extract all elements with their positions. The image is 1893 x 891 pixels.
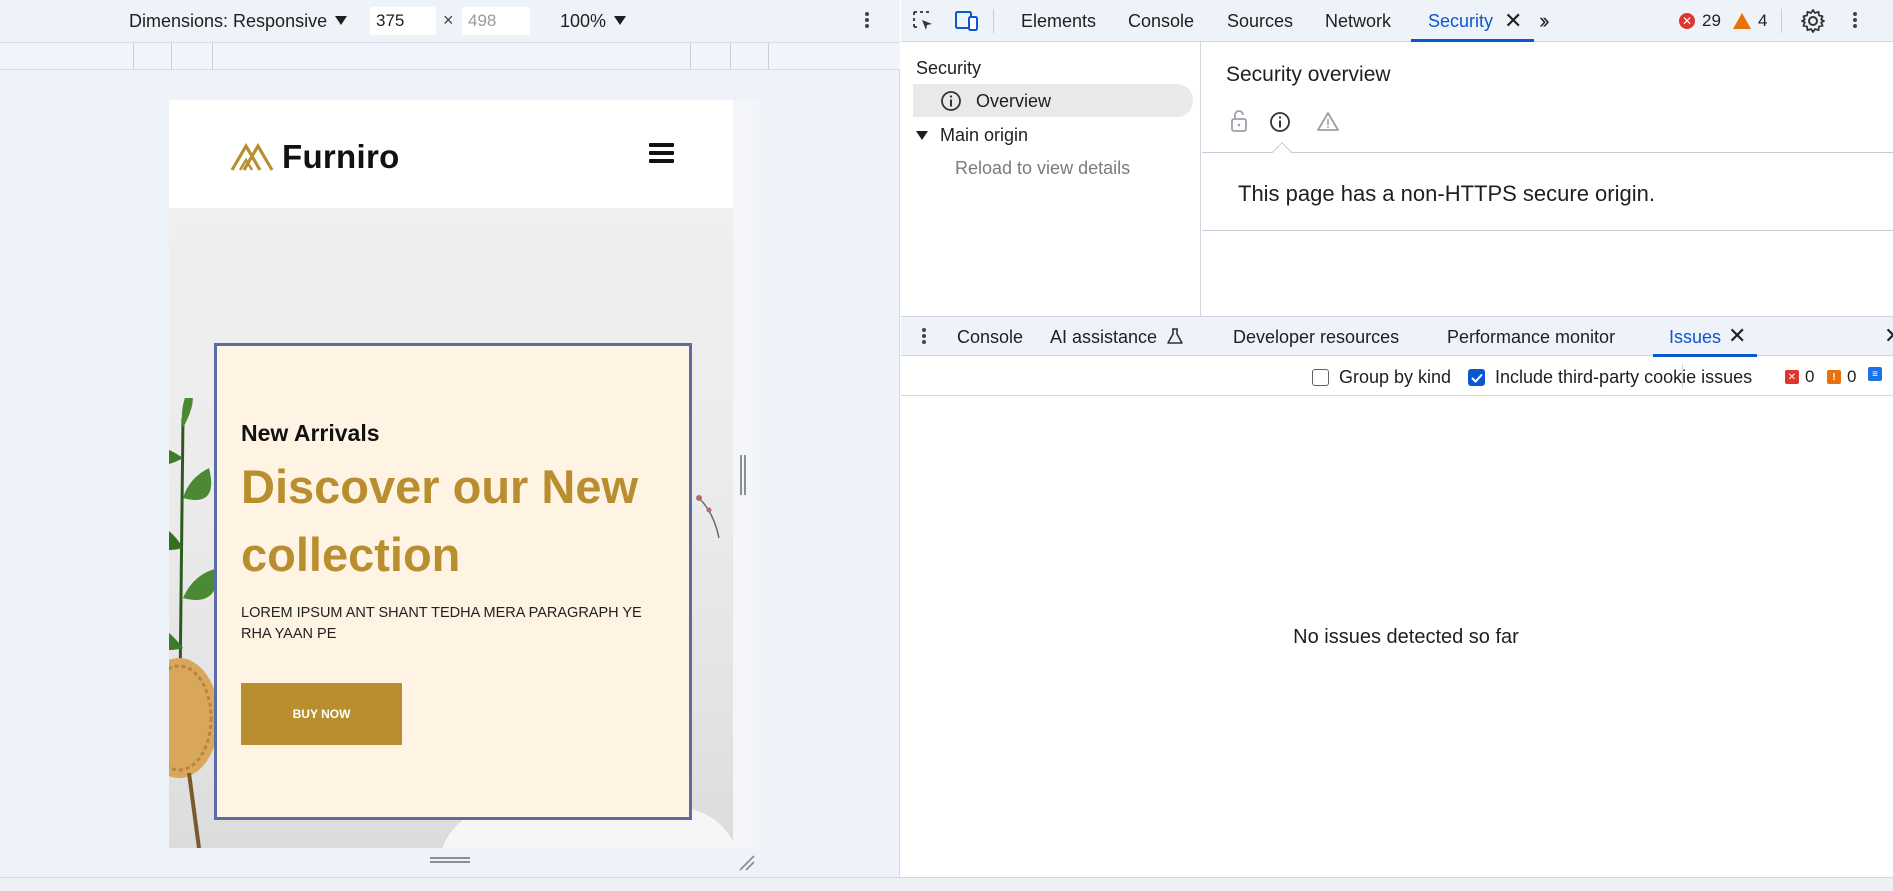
hero-section: New Arrivals Discover our New collection… — [169, 208, 733, 848]
device-toolbar-icon[interactable] — [954, 9, 980, 33]
devtools-tabbar: Elements Console Sources Network Securit… — [901, 0, 1893, 42]
hero-headline: Discover our New collection — [241, 460, 639, 581]
reload-hint: Reload to view details — [955, 158, 1131, 178]
tab-elements[interactable]: Elements — [1021, 11, 1096, 32]
warning-counter[interactable]: 4 — [1733, 11, 1767, 31]
issue-error-count: 0 — [1805, 367, 1815, 386]
device-emulation-pane: Dimensions: Responsive × 100% Furniro — [0, 0, 900, 891]
devtools-panel: Elements Console Sources Network Securit… — [901, 0, 1893, 891]
error-counter[interactable]: ✕ 29 — [1679, 11, 1721, 31]
logo-text: Furniro — [282, 138, 400, 175]
security-sidebar: Security Overview Main origin Reload to … — [901, 42, 1201, 316]
error-count: 29 — [1702, 11, 1721, 30]
emulated-viewport: Furniro New Arrivals Discover our New co… — [169, 100, 733, 848]
issue-info-counter: ≡ — [1868, 367, 1888, 381]
error-icon: ✕ — [1785, 370, 1799, 384]
gear-icon[interactable] — [1800, 8, 1826, 34]
tab-network[interactable]: Network — [1325, 11, 1391, 32]
checkbox-unchecked-icon — [1312, 369, 1329, 386]
warning-icon: ! — [1827, 370, 1841, 384]
more-options-icon[interactable] — [1849, 10, 1861, 32]
width-input[interactable] — [370, 7, 436, 35]
drawer-tab-developer-resources[interactable]: Developer resources — [1233, 327, 1399, 348]
divider — [1202, 230, 1893, 231]
inspect-element-icon[interactable] — [911, 9, 935, 33]
warning-icon — [1733, 13, 1751, 29]
info-message-icon: ≡ — [1868, 367, 1882, 381]
tab-console[interactable]: Console — [1128, 11, 1194, 32]
resize-corner-icon[interactable] — [736, 852, 756, 872]
resize-handle-bottom[interactable] — [430, 857, 470, 865]
more-options-icon[interactable] — [861, 10, 873, 32]
security-message: This page has a non-HTTPS secure origin. — [1238, 181, 1655, 206]
height-input[interactable] — [462, 7, 530, 35]
close-icon[interactable]: ✕ — [1728, 325, 1746, 347]
issue-warning-count: 0 — [1847, 367, 1857, 386]
taskbar-strip — [0, 877, 1893, 891]
drawer-tab-performance-monitor[interactable]: Performance monitor — [1447, 327, 1615, 348]
info-icon — [941, 91, 961, 111]
site-logo[interactable]: Furniro — [230, 138, 400, 176]
issue-error-counter: ✕ 0 — [1785, 367, 1814, 387]
sidebar-item-main-origin[interactable]: Main origin — [916, 125, 1028, 146]
triangle-down-icon — [916, 131, 928, 140]
times-sign: × — [443, 10, 454, 30]
hero-card: New Arrivals Discover our New collection… — [214, 343, 692, 820]
issue-warning-counter: ! 0 — [1827, 367, 1856, 387]
hero-eyebrow: New Arrivals — [241, 420, 380, 446]
drawer-tabbar: Console AI assistance Developer resource… — [901, 316, 1893, 357]
sidebar-title: Security — [916, 58, 982, 78]
sidebar-item-overview[interactable]: Overview — [913, 84, 1193, 117]
drawer-tab-issues[interactable]: Issues — [1669, 327, 1721, 348]
divider — [1682, 364, 1683, 388]
close-icon[interactable]: ✕ — [1504, 10, 1522, 32]
panel-title: Security overview — [1226, 63, 1391, 86]
security-state-icons — [1231, 110, 1339, 132]
warning-icon — [1317, 112, 1339, 131]
dimensions-select[interactable]: Dimensions: Responsive — [129, 11, 348, 32]
site-header: Furniro — [169, 100, 733, 208]
checkbox-label: Group by kind — [1339, 367, 1452, 387]
empty-state-message: No issues detected so far — [1293, 626, 1519, 648]
tab-security[interactable]: Security — [1428, 11, 1493, 32]
tab-sources[interactable]: Sources — [1227, 11, 1293, 32]
furniro-logo-icon — [230, 142, 274, 171]
warning-count: 4 — [1758, 11, 1768, 30]
sidebar-item-label: Main origin — [940, 125, 1029, 145]
selection-pointer — [1272, 142, 1292, 162]
zoom-select[interactable]: 100% — [560, 11, 627, 32]
security-overview: Security overview This page has a non-HT… — [1202, 42, 1893, 316]
drawer-tab-console[interactable]: Console — [957, 327, 1023, 348]
chevron-down-icon — [335, 16, 348, 25]
group-by-kind-checkbox[interactable]: Group by kind — [1312, 367, 1451, 388]
device-toolbar: Dimensions: Responsive × 100% — [0, 0, 900, 42]
flower-image — [696, 495, 720, 539]
checkbox-label: Include third-party cookie issues — [1495, 367, 1753, 387]
close-drawer-icon[interactable]: ✕ — [1884, 325, 1893, 347]
sidebar-item-label: Overview — [976, 91, 1052, 111]
third-party-cookie-checkbox[interactable]: Include third-party cookie issues — [1468, 367, 1752, 388]
resize-handle-right[interactable] — [740, 455, 748, 495]
lock-icon — [1231, 110, 1247, 132]
drawer-tab-label: AI assistance — [1050, 327, 1158, 347]
more-tabs-icon[interactable]: ›› — [1539, 8, 1549, 34]
error-icon: ✕ — [1679, 13, 1695, 29]
divider — [1202, 152, 1893, 153]
drawer-tab-ai-assistance[interactable]: AI assistance — [1050, 327, 1184, 348]
buy-now-button[interactable]: BUY NOW — [241, 683, 402, 745]
media-query-bar[interactable] — [0, 42, 900, 70]
zoom-label: 100% — [560, 11, 607, 31]
flask-icon — [1167, 328, 1183, 344]
checkbox-checked-icon — [1468, 369, 1485, 386]
hamburger-menu-icon[interactable] — [649, 143, 674, 165]
dimensions-label: Dimensions: Responsive — [129, 11, 328, 31]
chevron-down-icon — [614, 16, 627, 25]
issues-toolbar: Group by kind Include third-party cookie… — [901, 356, 1893, 396]
hero-description: LOREM IPSUM ANT SHANT TEDHA MERA PARAGRA… — [241, 605, 642, 642]
drawer-menu-icon[interactable] — [919, 326, 929, 348]
info-icon — [1270, 112, 1290, 132]
